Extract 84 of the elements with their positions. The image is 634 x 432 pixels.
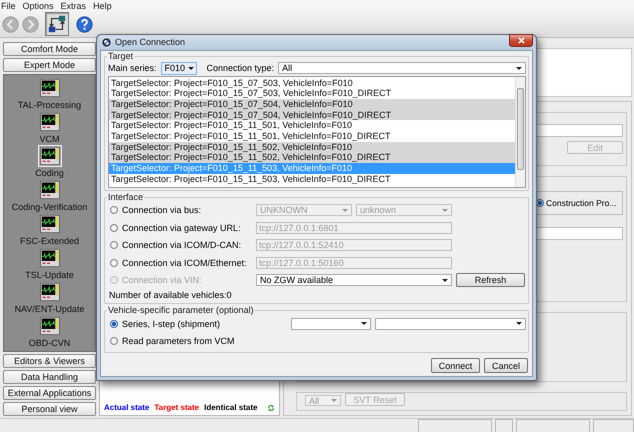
radio-button[interactable]: [110, 337, 118, 346]
caret-icon: [442, 208, 448, 212]
monitor-icon: [38, 77, 62, 99]
connection-button[interactable]: [45, 12, 69, 36]
option-label: Construction Pro...: [546, 198, 616, 208]
scrollbar-thumb[interactable]: [517, 88, 524, 170]
caret-icon: [342, 208, 348, 212]
sidebar-item[interactable]: VCM: [4, 111, 95, 144]
option-label: Series, I-step (shipment): [122, 318, 222, 329]
connect-button[interactable]: Connect: [431, 358, 480, 373]
menu-item[interactable]: File: [1, 0, 16, 10]
radio-button[interactable]: [110, 320, 118, 328]
radio-button[interactable]: [110, 224, 118, 232]
field-label: Main series:: [108, 63, 157, 73]
radio-button[interactable]: [110, 258, 118, 267]
field-label: Connection type:: [206, 63, 274, 73]
list-item[interactable]: TargetSelector: Project=F010_15_07_504, VehicleInfo=F010: [109, 98, 515, 110]
dialog-title: Open Connection: [115, 37, 186, 48]
option-label: Connection via bus:: [122, 205, 202, 216]
series-dropdown[interactable]: [291, 318, 371, 330]
mode-button[interactable]: Expert Mode: [3, 58, 96, 72]
option-label: Connection via ICOM/Ethernet:: [122, 258, 248, 268]
cancel-button[interactable]: Cancel: [484, 358, 528, 373]
legend-label: Target state: [154, 403, 200, 412]
group-title: Target: [107, 52, 134, 60]
round-logo-icon: [102, 38, 111, 47]
sidebar-item[interactable]: Coding: [4, 145, 95, 178]
monitor-icon: [38, 111, 62, 133]
radio-button[interactable]: [110, 241, 118, 250]
monitor-icon: [38, 145, 62, 167]
caret-icon: [361, 322, 367, 326]
refresh-icon[interactable]: [267, 404, 275, 412]
sidebar-item[interactable]: Coding-Verification: [4, 179, 95, 212]
group-title: Vehicle-specific parameter (optional): [107, 306, 255, 315]
close-button[interactable]: [509, 34, 533, 48]
list-item[interactable]: TargetSelector: Project=F010_15_11_502, VehicleInfo=F010_DIRECT: [109, 152, 515, 163]
category-button[interactable]: External Applications: [3, 386, 96, 400]
menu-item[interactable]: Help: [93, 0, 112, 10]
list-item[interactable]: TargetSelector: Project=F010_15_11_503, VehicleInfo=F010_DIRECT: [109, 174, 515, 184]
option-label: Connection via gateway URL:: [122, 222, 242, 233]
mode-button[interactable]: Comfort Mode: [3, 42, 96, 56]
option-label: Connection via VIN:: [122, 275, 203, 286]
list-item[interactable]: TargetSelector: Project=F010_15_07_504, VehicleInfo=F010_DIRECT: [109, 110, 515, 120]
radio-button[interactable]: [110, 206, 118, 214]
monitor-icon: [38, 281, 62, 303]
caret-icon: [442, 278, 448, 282]
list-item[interactable]: TargetSelector: Project=F010_15_11_501, VehicleInfo=F010_DIRECT: [109, 130, 515, 142]
help-icon[interactable]: [76, 16, 93, 32]
connection-type-dropdown[interactable]: All: [278, 62, 526, 74]
sidebar-item[interactable]: TSL-Update: [4, 247, 95, 280]
caret-icon: [331, 399, 337, 402]
monitor-icon: [38, 315, 62, 337]
legend-label: Identical state: [204, 403, 258, 412]
sidebar-item[interactable]: FSC-Extended: [4, 213, 95, 246]
monitor-icon: [38, 247, 62, 269]
list-item[interactable]: TargetSelector: Project=F010_15_07_503, VehicleInfo=F010: [109, 78, 515, 88]
group-title: Interface: [107, 192, 144, 202]
category-button[interactable]: Editors & Viewers: [3, 354, 96, 368]
caret-icon: [516, 322, 522, 326]
monitor-icon: [38, 213, 62, 235]
close-icon: [518, 37, 524, 44]
monitor-icon: [38, 179, 62, 201]
sidebar-item[interactable]: NAV/ENT-Update: [4, 281, 95, 314]
list-item[interactable]: TargetSelector: Project=F010_15_11_502, VehicleInfo=F010: [109, 142, 515, 152]
menu-item[interactable]: Options: [22, 0, 54, 10]
status-bar-segment: [593, 419, 634, 432]
legend-label: Actual state: [104, 403, 150, 412]
menu-item[interactable]: Extras: [60, 0, 86, 10]
connection-icon: [47, 14, 67, 34]
series-dropdown[interactable]: F010: [160, 62, 197, 74]
status-bar-segment: [495, 419, 513, 432]
scrollbar[interactable]: [515, 76, 525, 186]
list-item[interactable]: TargetSelector: Project=F010_15_07_503, VehicleInfo=F010_DIRECT: [109, 88, 515, 99]
category-button[interactable]: Personal view: [3, 402, 96, 416]
i-step-dropdown[interactable]: [375, 318, 526, 330]
option-label: Read parameters from VCM: [122, 336, 236, 346]
sidebar-item[interactable]: OBD-CVN: [4, 315, 95, 348]
category-button[interactable]: Data Handling: [3, 370, 96, 384]
caret-icon: [188, 66, 194, 70]
vehicle-count-text: Number of available vehicles:0: [108, 289, 233, 301]
list-item[interactable]: TargetSelector: Project=F010_15_11_501, VehicleInfo=F010: [109, 120, 515, 131]
caret-icon: [516, 66, 522, 70]
sidebar-item[interactable]: TAL-Processing: [4, 77, 95, 110]
option-label: Connection via ICOM/D-CAN:: [122, 240, 242, 250]
